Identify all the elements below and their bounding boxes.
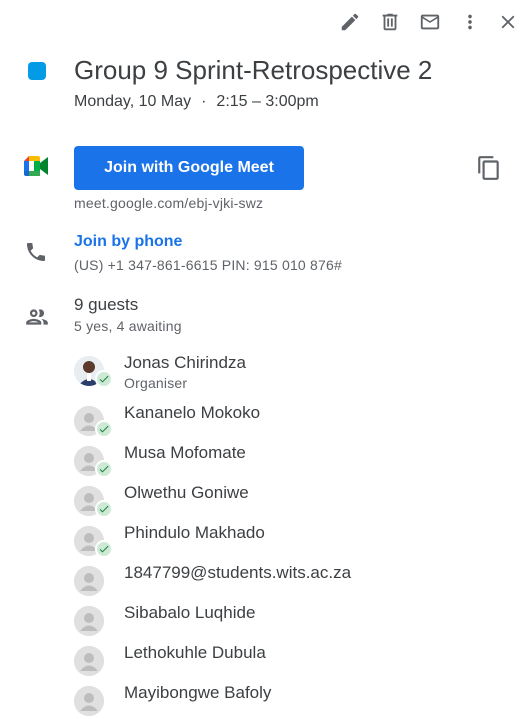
- guest-row[interactable]: Lethokuhle Dubula: [74, 642, 514, 682]
- default-avatar-icon: [74, 686, 104, 716]
- guest-name: 1847799@students.wits.ac.za: [124, 563, 352, 582]
- people-icon: [24, 304, 50, 335]
- event-title: Group 9 Sprint-Retrospective 2: [74, 55, 433, 85]
- more-options-button[interactable]: [450, 8, 490, 36]
- meet-link[interactable]: meet.google.com/ebj-vjki-swz: [74, 195, 263, 211]
- guest-name: Kananelo Mokoko: [124, 403, 261, 422]
- guest-row[interactable]: Olwethu Goniwe: [74, 482, 514, 522]
- google-meet-icon: [24, 156, 48, 181]
- event-color-chip: [28, 62, 46, 80]
- datetime-separator: ·: [201, 93, 207, 110]
- copy-link-button[interactable]: [476, 155, 502, 181]
- guest-name: Musa Mofomate: [124, 443, 246, 462]
- event-time: 2:15 – 3:00pm: [216, 93, 319, 110]
- accepted-check-icon: [95, 540, 113, 558]
- guest-list: Jonas Chirindza Organiser Kananelo Mokoko M…: [74, 352, 514, 719]
- email-guests-button[interactable]: [410, 8, 450, 36]
- accepted-check-icon: [95, 500, 113, 518]
- default-avatar-icon: [74, 646, 104, 676]
- guest-row[interactable]: Musa Mofomate: [74, 442, 514, 482]
- guest-row[interactable]: Jonas Chirindza Organiser: [74, 352, 514, 402]
- guests-count[interactable]: 9 guests: [74, 295, 138, 315]
- copy-icon: [478, 156, 499, 180]
- accepted-check-icon: [95, 460, 113, 478]
- toolbar: [330, 8, 526, 36]
- guest-name: Lethokuhle Dubula: [124, 643, 266, 662]
- guest-row[interactable]: Mayibongwe Bafoly: [74, 682, 514, 719]
- guest-name: Phindulo Makhado: [124, 523, 265, 542]
- edit-button[interactable]: [330, 8, 370, 36]
- guest-row[interactable]: Sibabalo Luqhide: [74, 602, 514, 642]
- delete-button[interactable]: [370, 8, 410, 36]
- trash-icon: [382, 13, 398, 31]
- guest-row[interactable]: 1847799@students.wits.ac.za: [74, 562, 514, 602]
- event-date: Monday, 10 May: [74, 93, 192, 110]
- edit-icon: [341, 13, 359, 31]
- accepted-check-icon: [95, 370, 113, 388]
- mail-icon: [420, 14, 440, 30]
- guest-name: Jonas Chirindza: [124, 353, 246, 372]
- default-avatar-icon: [74, 606, 104, 636]
- event-datetime: Monday, 10 May · 2:15 – 3:00pm: [74, 93, 319, 111]
- phone-details: (US) +1 347-861-6615 PIN: 915 010 876#: [74, 257, 342, 273]
- guest-row[interactable]: Phindulo Makhado: [74, 522, 514, 562]
- join-by-phone-link[interactable]: Join by phone: [74, 233, 182, 251]
- more-vert-icon: [468, 14, 472, 30]
- close-button[interactable]: [490, 8, 526, 36]
- guest-name: Olwethu Goniwe: [124, 483, 249, 502]
- guest-name: Mayibongwe Bafoly: [124, 683, 272, 702]
- guest-name: Sibabalo Luqhide: [124, 603, 256, 622]
- default-avatar-icon: [74, 566, 104, 596]
- accepted-check-icon: [95, 420, 113, 438]
- guests-rsvp-summary: 5 yes, 4 awaiting: [74, 318, 182, 334]
- phone-icon: [24, 240, 48, 269]
- close-icon: [501, 15, 515, 29]
- guest-role: Organiser: [124, 375, 188, 391]
- guest-row[interactable]: Kananelo Mokoko: [74, 402, 514, 442]
- join-google-meet-button[interactable]: Join with Google Meet: [74, 146, 304, 190]
